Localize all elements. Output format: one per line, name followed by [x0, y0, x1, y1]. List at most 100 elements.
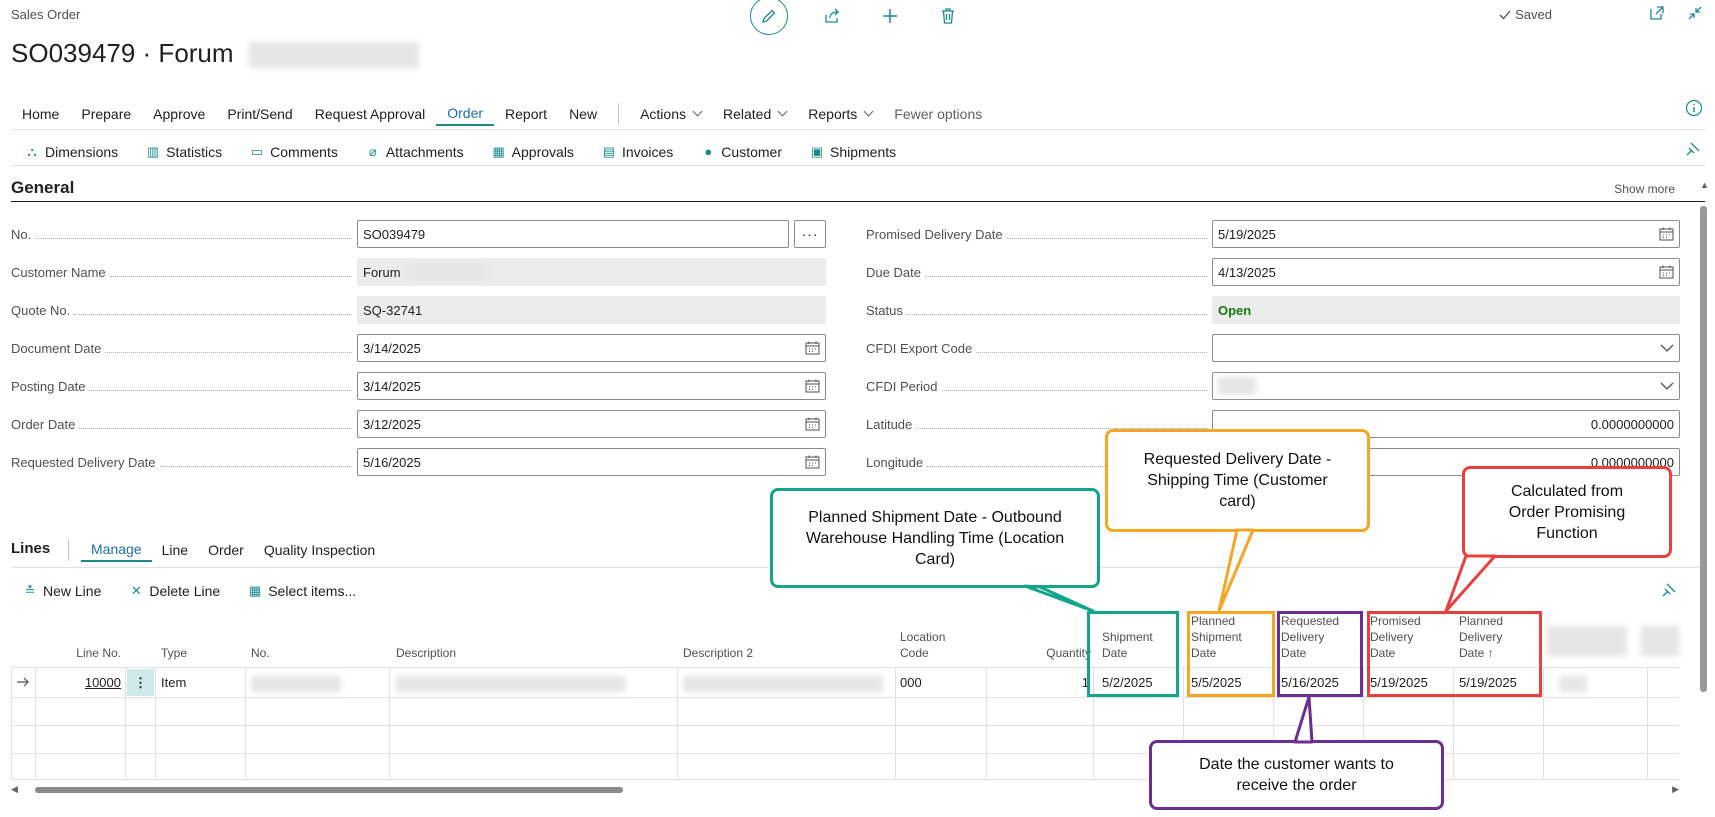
requested-delivery-date-input[interactable]: 5/16/2025: [357, 448, 826, 476]
assist-edit-button[interactable]: ···: [794, 220, 826, 248]
open-new-window-icon[interactable]: [1649, 5, 1665, 21]
dotted-leader: [105, 344, 352, 353]
general-section-title[interactable]: General: [11, 178, 74, 198]
field-label-cfdi-period: CFDI Period: [866, 376, 1211, 396]
select-items-button[interactable]: ▦ Select items...: [236, 583, 368, 599]
order-date-input[interactable]: 3/12/2025: [357, 410, 826, 438]
type-cell[interactable]: Item: [161, 670, 186, 694]
reports-dropdown[interactable]: Reports: [797, 102, 883, 126]
calendar-icon[interactable]: [805, 455, 820, 469]
label-text: Longitude: [866, 454, 924, 470]
planned-shipment-date-cell[interactable]: 5/5/2025: [1191, 670, 1242, 694]
col-no[interactable]: No.: [251, 612, 371, 667]
callout-teal: Planned Shipment Date - Outbound Warehou…: [770, 488, 1100, 588]
action-request-approval[interactable]: Request Approval: [304, 102, 437, 126]
promoted-label: Dimensions: [45, 143, 119, 160]
promoted-shipments[interactable]: ▣ Shipments: [796, 144, 910, 160]
tab-manage[interactable]: Manage: [81, 538, 152, 562]
fewer-options-button[interactable]: Fewer options: [883, 102, 993, 126]
calendar-icon[interactable]: [1659, 227, 1674, 241]
quote-no-value: SQ-32741: [363, 302, 423, 318]
field-label-no: No.: [11, 224, 356, 244]
dotted-leader: [924, 268, 1207, 277]
promoted-approvals[interactable]: ▦ Approvals: [478, 144, 588, 160]
shipment-date-cell[interactable]: 5/2/2025: [1102, 670, 1153, 694]
col-location-code[interactable]: Location Code: [900, 612, 970, 667]
action-approve[interactable]: Approve: [142, 102, 216, 126]
actions-dropdown[interactable]: Actions: [629, 102, 712, 126]
promoted-dimensions[interactable]: ⛬ Dimensions: [11, 144, 132, 160]
calendar-icon[interactable]: [805, 341, 820, 355]
show-more-link[interactable]: Show more: [1614, 182, 1675, 196]
scroll-left-icon[interactable]: ◀: [11, 784, 18, 795]
col-type[interactable]: Type: [161, 612, 241, 667]
cfdi-export-code-select[interactable]: [1212, 334, 1680, 362]
collapse-icon[interactable]: [1687, 5, 1703, 21]
promoted-label: Attachments: [385, 143, 464, 160]
col-divider: [677, 667, 678, 780]
due-date-input[interactable]: 4/13/2025: [1212, 258, 1680, 286]
action-prepare[interactable]: Prepare: [70, 102, 142, 126]
no-input[interactable]: SO039479: [357, 220, 789, 248]
pin-icon[interactable]: [1661, 582, 1677, 598]
col-description-2[interactable]: Description 2: [683, 612, 883, 667]
scroll-right-icon[interactable]: ▶: [1672, 784, 1679, 795]
posting-date-input[interactable]: 3/14/2025: [357, 372, 826, 400]
action-home[interactable]: Home: [11, 102, 70, 126]
delete-button[interactable]: [934, 2, 962, 30]
label-text: Posting Date: [11, 378, 86, 394]
tab-quality-inspection[interactable]: Quality Inspection: [254, 538, 385, 562]
col-shipment-date[interactable]: Shipment Date: [1102, 612, 1166, 667]
dotted-leader: [976, 344, 1207, 353]
related-dropdown[interactable]: Related: [712, 102, 797, 126]
field-label-status: Status: [866, 300, 1211, 320]
promoted-customer[interactable]: ● Customer: [687, 144, 796, 160]
location-code-cell[interactable]: 000: [900, 670, 922, 694]
vertical-scrollbar-thumb[interactable]: [1700, 206, 1707, 692]
tab-line[interactable]: Line: [152, 538, 198, 562]
planned-delivery-date-cell[interactable]: 5/19/2025: [1459, 670, 1517, 694]
promised-delivery-date-input[interactable]: 5/19/2025: [1212, 220, 1680, 248]
col-quantity[interactable]: Quantity: [996, 612, 1091, 667]
col-line-no[interactable]: Line No.: [41, 612, 121, 667]
col-planned-delivery-date[interactable]: Planned Delivery Date ↑: [1459, 612, 1525, 667]
action-new[interactable]: New: [558, 102, 608, 126]
calendar-icon[interactable]: [1659, 265, 1674, 279]
row-actions-button[interactable]: ⋮: [127, 669, 154, 696]
promoted-statistics[interactable]: ▥ Statistics: [132, 144, 236, 160]
edit-button[interactable]: [750, 0, 788, 35]
quantity-cell[interactable]: 1: [996, 670, 1089, 694]
pin-icon[interactable]: [1685, 141, 1701, 157]
col-divider: [125, 667, 126, 780]
reports-dropdown-label: Reports: [808, 105, 858, 122]
action-report[interactable]: Report: [494, 102, 558, 126]
document-date-input[interactable]: 3/14/2025: [357, 334, 826, 362]
action-print-send[interactable]: Print/Send: [216, 102, 303, 126]
calendar-icon[interactable]: [805, 417, 820, 431]
line-no-link[interactable]: 10000: [41, 670, 121, 694]
info-icon[interactable]: [1685, 99, 1703, 117]
col-requested-delivery-date[interactable]: Requested Delivery Date: [1281, 612, 1347, 667]
promoted-invoices[interactable]: ▤ Invoices: [588, 144, 687, 160]
promised-delivery-date-cell[interactable]: 5/19/2025: [1370, 670, 1428, 694]
promoted-attachments[interactable]: ⌀ Attachments: [352, 144, 478, 160]
lines-section-title[interactable]: Lines: [11, 540, 50, 557]
col-planned-shipment-date[interactable]: Planned Shipment Date: [1191, 612, 1257, 667]
scroll-up-icon[interactable]: ▲: [1700, 180, 1709, 190]
new-button[interactable]: [876, 2, 904, 30]
col-description[interactable]: Description: [396, 612, 596, 667]
share-button[interactable]: [818, 2, 846, 30]
cfdi-period-select[interactable]: [1212, 372, 1680, 400]
calendar-icon[interactable]: [805, 379, 820, 393]
requested-delivery-date-cell[interactable]: 5/16/2025: [1281, 670, 1339, 694]
comment-icon: ▭: [251, 143, 264, 159]
action-order[interactable]: Order: [436, 102, 495, 126]
col-promised-delivery-date[interactable]: Promised Delivery Date: [1370, 612, 1436, 667]
tab-order[interactable]: Order: [198, 538, 254, 562]
promoted-comments[interactable]: ▭ Comments: [236, 144, 352, 160]
delete-line-button[interactable]: ✕ Delete Line: [117, 583, 232, 599]
dotted-leader: [906, 306, 1207, 315]
new-line-button[interactable]: ≛ New Line: [11, 583, 113, 599]
scrollbar-thumb[interactable]: [35, 787, 623, 793]
section-divider: [11, 201, 1705, 202]
